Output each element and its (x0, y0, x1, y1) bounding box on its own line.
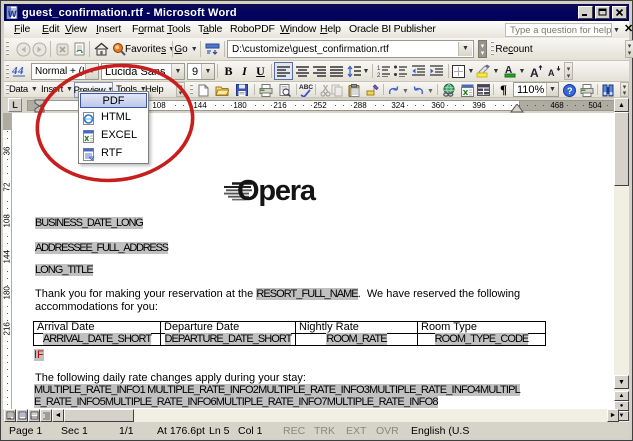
svg-text:A: A (548, 68, 555, 77)
svg-text:W: W (8, 9, 17, 19)
svg-text:2: 2 (377, 73, 381, 77)
svg-text:Opera: Opera (237, 175, 317, 207)
svg-text:?: ? (567, 86, 573, 96)
svg-text:4: 4 (17, 65, 24, 77)
svg-text:1: 1 (377, 66, 381, 72)
svg-text:ABC: ABC (299, 84, 313, 91)
svg-text:A: A (530, 66, 539, 78)
